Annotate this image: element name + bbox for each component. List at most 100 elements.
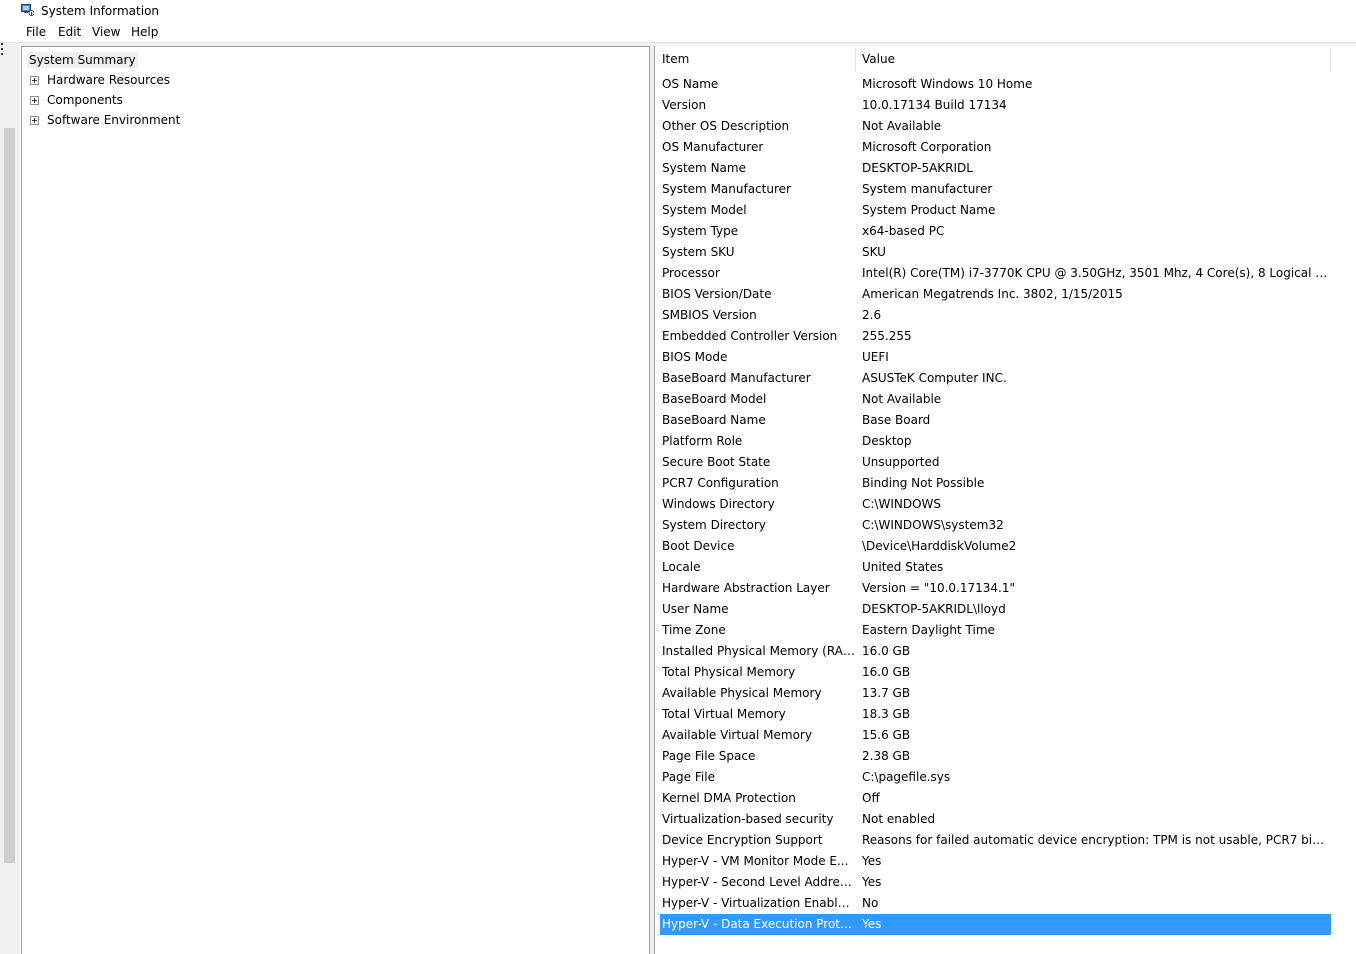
row-item: Secure Boot State (662, 455, 771, 469)
row-value: System manufacturer (862, 182, 993, 196)
row-item: Windows Directory (662, 497, 775, 511)
row-value: Reasons for failed automatic device encr… (862, 833, 1328, 847)
row-item: BaseBoard Manufacturer (662, 371, 811, 385)
row-value: C:\WINDOWS (862, 497, 942, 511)
row-item: System Model (662, 203, 747, 217)
table-row[interactable]: Version 10.0.17134 Build 17134 (660, 95, 1331, 116)
table-row[interactable]: Hyper-V - Data Execution Prote... Yes (660, 914, 1331, 935)
table-row[interactable]: System SKU SKU (660, 242, 1331, 263)
row-item: Total Physical Memory (662, 665, 796, 679)
table-row[interactable]: Virtualization-based security Not enabled (660, 809, 1331, 830)
table-row[interactable]: OS Name Microsoft Windows 10 Home (660, 74, 1331, 95)
plus-box-icon[interactable] (30, 96, 39, 105)
row-value: American Megatrends Inc. 3802, 1/15/2015 (862, 287, 1123, 301)
row-value: 255.255 (862, 329, 912, 343)
table-row[interactable]: Processor Intel(R) Core(TM) i7-3770K CPU … (660, 263, 1331, 284)
table-row[interactable]: Kernel DMA Protection Off (660, 788, 1331, 809)
system-info-icon (21, 4, 34, 16)
table-row[interactable]: Hyper-V - Second Level Addres... Yes (660, 872, 1331, 893)
row-value: Microsoft Windows 10 Home (862, 77, 1033, 91)
table-row[interactable]: Embedded Controller Version 255.255 (660, 326, 1331, 347)
row-value: Not Available (862, 119, 942, 133)
row-value: 10.0.17134 Build 17134 (862, 98, 1007, 112)
row-value: No (862, 896, 879, 910)
table-row[interactable]: BaseBoard Model Not Available (660, 389, 1331, 410)
left-scroll-thumb[interactable] (4, 128, 15, 863)
plus-box-icon[interactable] (30, 116, 39, 125)
row-item: System SKU (662, 245, 735, 259)
table-row[interactable]: Page File Space 2.38 GB (660, 746, 1331, 767)
table-row[interactable]: BaseBoard Manufacturer ASUSTeK Computer I… (660, 368, 1331, 389)
row-item: BaseBoard Name (662, 413, 766, 427)
table-row[interactable]: Available Virtual Memory 15.6 GB (660, 725, 1331, 746)
row-value: 16.0 GB (862, 665, 911, 679)
column-divider[interactable] (1330, 48, 1331, 72)
row-value: Binding Not Possible (862, 476, 985, 490)
row-item: OS Name (662, 77, 719, 91)
category-tree[interactable]: System Summary Hardware Resources Compon… (21, 46, 650, 954)
details-list[interactable]: Item Value OS Name Microsoft Windows 10 H… (654, 46, 1356, 954)
table-row[interactable]: User Name DESKTOP-5AKRIDL\lloyd (660, 599, 1331, 620)
menu-edit[interactable]: Edit (57, 25, 82, 39)
row-item: BaseBoard Model (662, 392, 767, 406)
menu-view[interactable]: View (91, 25, 121, 39)
table-row[interactable]: BIOS Mode UEFI (660, 347, 1331, 368)
list-header: Item Value (655, 46, 1356, 73)
table-row[interactable]: Page File C:\pagefile.sys (660, 767, 1331, 788)
table-row[interactable]: Secure Boot State Unsupported (660, 452, 1331, 473)
column-header-item[interactable]: Item (662, 52, 689, 66)
table-row[interactable]: Hardware Abstraction Layer Version = "10.… (660, 578, 1331, 599)
row-value: United States (862, 560, 944, 574)
table-row[interactable]: Other OS Description Not Available (660, 116, 1331, 137)
row-value: Yes (862, 917, 882, 931)
row-value: Off (862, 791, 880, 805)
table-row[interactable]: Boot Device \Device\HarddiskVolume2 (660, 536, 1331, 557)
row-item: System Type (662, 224, 739, 238)
row-value: UEFI (862, 350, 889, 364)
table-row[interactable]: System Manufacturer System manufacturer (660, 179, 1331, 200)
row-item: BIOS Mode (662, 350, 728, 364)
table-row[interactable]: System Model System Product Name (660, 200, 1331, 221)
column-header-value[interactable]: Value (862, 52, 895, 66)
row-item: Hyper-V - Virtualization Enable... (662, 896, 855, 910)
table-row[interactable]: Available Physical Memory 13.7 GB (660, 683, 1331, 704)
table-row[interactable]: BIOS Version/Date American Megatrends Inc… (660, 284, 1331, 305)
row-value: System Product Name (862, 203, 996, 217)
row-value: DESKTOP-5AKRIDL (862, 161, 973, 175)
table-row[interactable]: SMBIOS Version 2.6 (660, 305, 1331, 326)
table-row[interactable]: Hyper-V - Virtualization Enable... No (660, 893, 1331, 914)
table-row[interactable]: Device Encryption Support Reasons for fai… (660, 830, 1331, 851)
table-row[interactable]: Total Physical Memory 16.0 GB (660, 662, 1331, 683)
row-item: BIOS Version/Date (662, 287, 772, 301)
menu-file[interactable]: File (25, 25, 47, 39)
table-row[interactable]: Hyper-V - VM Monitor Mode E... Yes (660, 851, 1331, 872)
row-value: Intel(R) Core(TM) i7-3770K CPU @ 3.50GHz… (862, 266, 1328, 280)
row-value: C:\WINDOWS\system32 (862, 518, 1004, 532)
row-item: System Directory (662, 518, 766, 532)
row-item: System Manufacturer (662, 182, 791, 196)
plus-box-icon[interactable] (30, 76, 39, 85)
row-value: Not enabled (862, 812, 936, 826)
table-row[interactable]: PCR7 Configuration Binding Not Possible (660, 473, 1331, 494)
menu-help[interactable]: Help (130, 25, 159, 39)
table-row[interactable]: OS Manufacturer Microsoft Corporation (660, 137, 1331, 158)
table-row[interactable]: Locale United States (660, 557, 1331, 578)
table-row[interactable]: System Name DESKTOP-5AKRIDL (660, 158, 1331, 179)
table-row[interactable]: BaseBoard Name Base Board (660, 410, 1331, 431)
tree-item-system-summary[interactable]: System Summary (27, 52, 138, 68)
table-row[interactable]: System Directory C:\WINDOWS\system32 (660, 515, 1331, 536)
column-divider[interactable] (855, 48, 856, 72)
row-value: Unsupported (862, 455, 940, 469)
left-strip (0, 46, 20, 954)
grip-dots-icon (1, 43, 3, 55)
table-row[interactable]: Time Zone Eastern Daylight Time (660, 620, 1331, 641)
row-item: Total Virtual Memory (662, 707, 786, 721)
table-row[interactable]: System Type x64-based PC (660, 221, 1331, 242)
table-row[interactable]: Installed Physical Memory (RAM) 16.0 GB (660, 641, 1331, 662)
table-row[interactable]: Platform Role Desktop (660, 431, 1331, 452)
table-row[interactable]: Total Virtual Memory 18.3 GB (660, 704, 1331, 725)
tree-item-label: Components (47, 93, 123, 107)
row-value: x64-based PC (862, 224, 945, 238)
table-row[interactable]: Windows Directory C:\WINDOWS (660, 494, 1331, 515)
row-item: Page File Space (662, 749, 756, 763)
